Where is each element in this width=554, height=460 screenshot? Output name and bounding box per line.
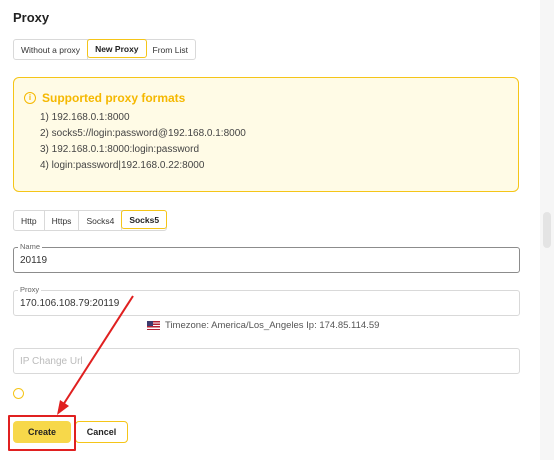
arrow-head <box>57 400 69 415</box>
tab-new-proxy[interactable]: New Proxy <box>87 39 147 58</box>
arrow-shaft <box>62 295 134 406</box>
scrollbar-thumb[interactable] <box>543 212 551 248</box>
annotation-arrow <box>57 295 134 415</box>
scrollbar-track[interactable] <box>540 0 554 460</box>
tab-socks5[interactable]: Socks5 <box>121 210 168 229</box>
